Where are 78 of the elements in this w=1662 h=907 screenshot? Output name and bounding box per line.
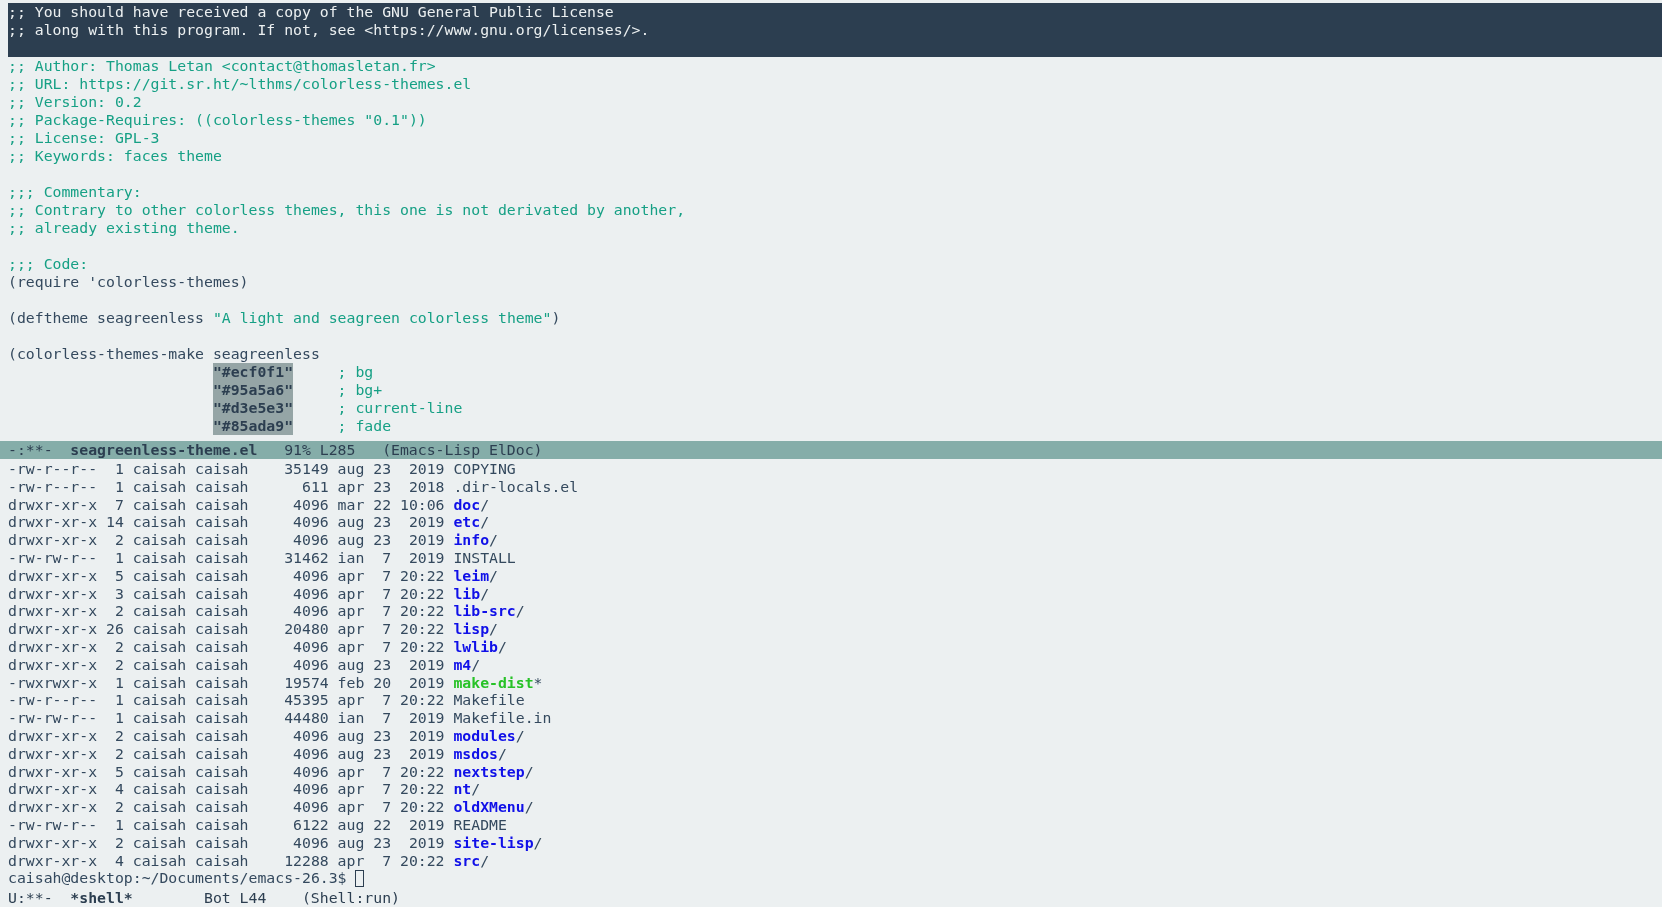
file-name: make-dist*	[453, 673, 543, 692]
code-comment: ; fade	[337, 417, 392, 435]
code-line: ;;; Code:	[8, 255, 89, 273]
buffer-position: 91% L285	[284, 441, 357, 459]
code-line: ;; URL: https://git.sr.ht/~lthms/colorless-themes.el	[8, 75, 472, 93]
code-line: ;; You should have received a copy of the GNU General Public License	[8, 3, 614, 21]
file-name: m4/	[453, 655, 481, 674]
color-value: "#95a5a6"	[212, 381, 294, 399]
file-info: drwxr-xr-x 2 caisah caisah 4096 aug 23 2019	[8, 531, 445, 549]
file-name: info/	[453, 531, 498, 549]
file-info: drwxr-xr-x 26 caisah caisah 20480 apr 7 20:22	[8, 620, 445, 638]
file-info: drwxr-xr-x 2 caisah caisah 4096 aug 23 2019	[8, 744, 445, 763]
file-name: Makefile	[453, 691, 525, 710]
color-value: "#85ada9"	[212, 417, 294, 435]
file-name: lib-src/	[453, 602, 525, 621]
file-info: drwxr-xr-x 2 caisah caisah 4096 aug 23 2019	[8, 726, 445, 745]
code-line: ;; Contrary to other colorless themes, this one is not derivated by another,	[8, 201, 686, 219]
file-name: nt/	[453, 780, 481, 799]
file-name: oldXMenu/	[453, 798, 534, 816]
file-info: -rw-r--r-- 1 caisah caisah 35149 aug 23 2019	[8, 460, 445, 478]
buffer-name: seagreenless-theme.el	[70, 441, 259, 459]
code-line: ;; Author: Thomas Letan <contact@thomasletan.fr>	[8, 57, 436, 75]
file-name: .dir-locals.el	[453, 477, 579, 496]
file-info: -rw-r--r-- 1 caisah caisah 45395 apr 7 20:22	[8, 691, 445, 710]
file-name: nextstep/	[453, 762, 534, 781]
file-name: INSTALL	[453, 549, 516, 567]
file-info: drwxr-xr-x 3 caisah caisah 4096 apr 7 20:22	[8, 584, 445, 603]
file-name: leim/	[453, 566, 498, 585]
code-line: ;; License: GPL-3	[8, 129, 160, 147]
buffer-status: -:**-	[8, 441, 54, 459]
shell-prompt: caisah@desktop:~/Documents/emacs-26.3$	[8, 869, 347, 888]
code-line: (colorless-themes-make seagreenless	[8, 345, 320, 363]
buffer-name: *shell*	[70, 889, 134, 907]
file-info: drwxr-xr-x 2 caisah caisah 4096 aug 23 2019	[8, 655, 445, 674]
file-name: msdos/	[453, 744, 507, 763]
file-name: Makefile.in	[453, 709, 552, 727]
buffer-position: Bot L44	[203, 889, 268, 907]
file-info: -rw-rw-r-- 1 caisah caisah 44480 ian 7 2019	[8, 709, 445, 727]
color-value: "#d3e5e3"	[212, 399, 294, 417]
file-info: drwxr-xr-x 14 caisah caisah 4096 aug 23 2019	[8, 513, 445, 532]
file-name: etc/	[453, 513, 490, 532]
code-comment: ; current-line	[337, 399, 463, 417]
file-info: -rw-rw-r-- 1 caisah caisah 6122 aug 22 2019	[8, 815, 445, 834]
file-name: COPYING	[453, 460, 516, 478]
file-name: src/	[453, 851, 490, 870]
code-line: ;; along with this program. If not, see <https://www.gnu.org/licenses/>.	[8, 21, 650, 39]
file-info: -rwxrwxr-x 1 caisah caisah 19574 feb 20 2019	[8, 673, 445, 692]
file-info: -rw-rw-r-- 1 caisah caisah 31462 ian 7 2019	[8, 549, 445, 567]
code-comment: ; bg+	[337, 381, 383, 399]
file-info: drwxr-xr-x 5 caisah caisah 4096 apr 7 20:22	[8, 762, 445, 781]
file-name: doc/	[453, 495, 490, 514]
code-line: ;; Version: 0.2	[8, 93, 142, 111]
code-line: (require 'colorless-themes)	[8, 273, 249, 291]
file-name: lisp/	[453, 620, 498, 638]
major-mode: (Emacs-Lisp ElDoc)	[382, 441, 543, 459]
file-name: lwlib/	[453, 637, 507, 656]
file-info: drwxr-xr-x 2 caisah caisah 4096 apr 7 20:22	[8, 602, 445, 621]
file-name: README	[453, 815, 507, 834]
file-name: modules/	[453, 726, 525, 745]
file-name: lib/	[453, 584, 490, 603]
code-line: ;;; Commentary:	[8, 183, 142, 201]
code-line: ;; already existing theme.	[8, 219, 240, 237]
file-info: -rw-r--r-- 1 caisah caisah 611 apr 23 2018	[8, 477, 445, 496]
file-name: site-lisp/	[453, 833, 543, 852]
color-value: "#ecf0f1"	[212, 363, 294, 381]
file-info: drwxr-xr-x 2 caisah caisah 4096 apr 7 20:22	[8, 637, 445, 656]
code-comment: ; bg	[337, 363, 374, 381]
major-mode: (Shell:run)	[301, 889, 400, 907]
buffer-status: U:**-	[8, 889, 54, 907]
file-info: drwxr-xr-x 5 caisah caisah 4096 apr 7 20:22	[8, 566, 445, 585]
code-line: ;; Package-Requires: ((colorless-themes "0.1"))	[8, 111, 427, 129]
file-info: drwxr-xr-x 2 caisah caisah 4096 aug 23 2019	[8, 833, 445, 852]
file-info: drwxr-xr-x 2 caisah caisah 4096 apr 7 20:22	[8, 798, 445, 816]
file-info: drwxr-xr-x 4 caisah caisah 12288 apr 7 20:22	[8, 851, 445, 870]
code-line: (deftheme seagreenless "A light and seagreen colorless theme")	[8, 309, 561, 327]
file-info: drwxr-xr-x 4 caisah caisah 4096 apr 7 20:22	[8, 780, 445, 799]
file-info: drwxr-xr-x 7 caisah caisah 4096 mar 22 10:06	[8, 495, 445, 514]
code-line: ;; Keywords: faces theme	[8, 147, 222, 165]
